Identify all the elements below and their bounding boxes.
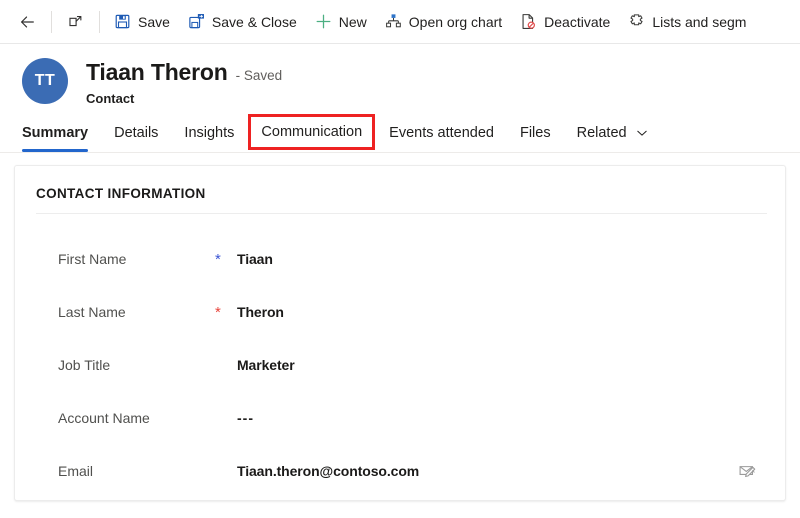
lists-and-segments-button[interactable]: Lists and segm — [619, 4, 755, 40]
tab-events-attended-label: Events attended — [389, 125, 494, 141]
lists-and-segments-icon — [628, 13, 645, 30]
field-label-last-name: Last Name — [58, 303, 126, 320]
tab-communication[interactable]: Communication — [248, 114, 376, 150]
deactivate-button-label: Deactivate — [544, 13, 611, 30]
save-and-close-button-label: Save & Close — [211, 13, 297, 30]
tab-events-attended[interactable]: Events attended — [376, 125, 507, 152]
save-and-close-button[interactable]: Save & Close — [179, 4, 306, 40]
section-title: CONTACT INFORMATION — [36, 186, 206, 201]
tab-related-label: Related — [576, 125, 627, 141]
save-button-label: Save — [138, 13, 170, 30]
tab-files-label: Files — [519, 125, 551, 141]
tab-files[interactable]: Files — [507, 125, 564, 152]
new-button[interactable]: New — [306, 4, 376, 40]
plus-icon — [315, 13, 332, 30]
tab-strip: Summary Details Insights Communication E… — [0, 106, 800, 153]
contact-information-card: CONTACT INFORMATION First Name * Tiaan L… — [14, 165, 786, 501]
recommended-marker-first-name: * — [215, 251, 221, 268]
required-marker-job-title — [215, 364, 237, 366]
org-chart-icon — [385, 13, 402, 30]
record-header: TT Tiaan Theron - Saved Contact — [0, 44, 800, 106]
tab-insights-label: Insights — [184, 125, 235, 141]
field-label-job-title: Job Title — [58, 356, 111, 373]
record-title-block: Tiaan Theron - Saved Contact — [86, 58, 282, 106]
required-marker-email — [215, 470, 237, 472]
save-button[interactable]: Save — [105, 4, 179, 40]
required-marker-account-name — [215, 417, 237, 419]
field-label-account-name: Account Name — [58, 409, 150, 426]
deactivate-button[interactable]: Deactivate — [511, 4, 619, 40]
entity-type-label: Contact — [86, 91, 135, 106]
field-row-email: Email Tiaan.theron@contoso.com — [15, 444, 785, 497]
field-value-account-name[interactable]: --- — [237, 410, 254, 426]
form-area: CONTACT INFORMATION First Name * Tiaan L… — [0, 153, 800, 501]
field-row-first-name: First Name * Tiaan — [15, 232, 785, 285]
field-row-job-title: Job Title Marketer — [15, 338, 785, 391]
field-row-last-name: Last Name * Theron — [15, 285, 785, 338]
tab-communication-label: Communication — [261, 124, 363, 140]
chevron-down-icon — [635, 126, 649, 140]
save-and-close-icon — [188, 13, 205, 30]
tab-summary-label: Summary — [22, 125, 89, 141]
page-title: Tiaan Theron — [86, 59, 228, 85]
tab-details-label: Details — [114, 125, 159, 141]
popout-icon — [67, 13, 84, 30]
field-value-first-name[interactable]: Tiaan — [237, 251, 273, 267]
field-label-email: Email — [58, 462, 94, 479]
back-button[interactable] — [8, 4, 46, 40]
save-icon — [114, 13, 131, 30]
open-org-chart-button-label: Open org chart — [408, 13, 503, 30]
required-marker-last-name: * — [215, 304, 221, 321]
tab-summary[interactable]: Summary — [22, 125, 101, 152]
new-button-label: New — [338, 13, 367, 30]
command-bar: Save Save & Close New Open org chart Dea… — [0, 0, 800, 44]
field-value-last-name[interactable]: Theron — [237, 304, 284, 320]
back-arrow-icon — [18, 13, 36, 31]
open-org-chart-button[interactable]: Open org chart — [376, 4, 511, 40]
deactivate-icon — [520, 13, 537, 30]
command-bar-divider-1 — [51, 10, 52, 33]
save-status-text: - Saved — [235, 68, 283, 83]
field-row-account-name: Account Name --- — [15, 391, 785, 444]
open-in-new-window-button[interactable] — [57, 4, 94, 40]
lists-and-segments-button-label: Lists and segm — [652, 13, 747, 30]
field-value-job-title[interactable]: Marketer — [237, 357, 295, 373]
avatar: TT — [22, 58, 68, 104]
field-list: First Name * Tiaan Last Name * Theron Jo… — [15, 214, 785, 497]
field-label-first-name: First Name — [58, 250, 127, 267]
field-value-email[interactable]: Tiaan.theron@contoso.com — [237, 463, 419, 479]
tab-insights[interactable]: Insights — [171, 125, 247, 152]
tab-details[interactable]: Details — [101, 125, 171, 152]
tab-related[interactable]: Related — [564, 125, 662, 152]
command-bar-divider-2 — [99, 10, 100, 33]
compose-email-icon[interactable] — [738, 461, 757, 480]
avatar-initials: TT — [34, 72, 56, 89]
